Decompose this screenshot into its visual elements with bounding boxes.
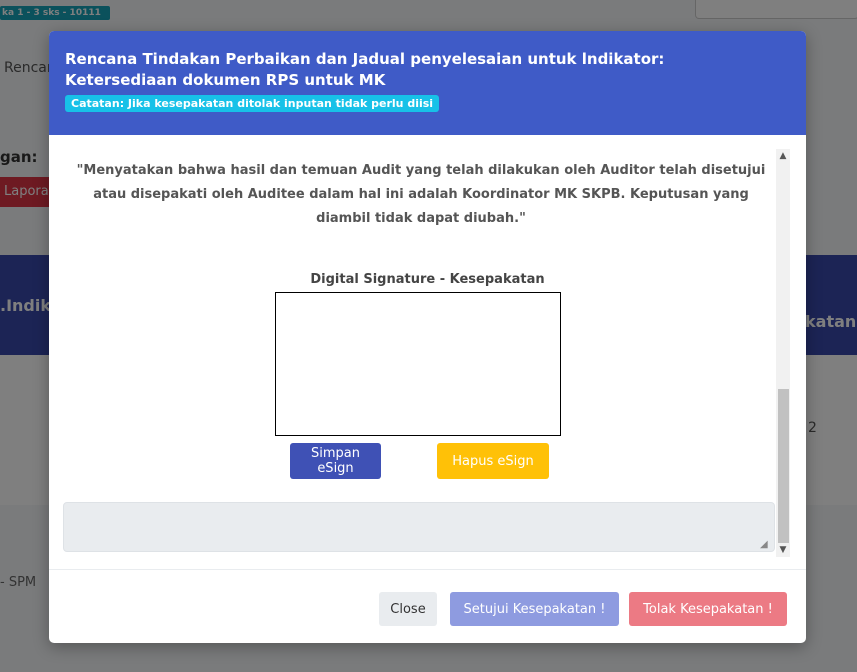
- action-plan-textarea[interactable]: [63, 502, 775, 552]
- signature-pad[interactable]: [275, 292, 561, 436]
- signature-label: Digital Signature - Kesepakatan: [310, 272, 545, 287]
- close-button[interactable]: Close: [379, 592, 437, 626]
- agreement-statement: "Menyatakan bahwa hasil dan temuan Audit…: [76, 163, 766, 226]
- reject-agreement-button[interactable]: Tolak Kesepakatan !: [629, 592, 787, 626]
- agreement-modal: Rencana Tindakan Perbaikan dan Jadual pe…: [49, 31, 806, 643]
- resize-grip-icon[interactable]: ◢: [760, 539, 768, 550]
- save-esign-button[interactable]: Simpan eSign: [290, 443, 381, 479]
- delete-esign-button[interactable]: Hapus eSign: [437, 443, 549, 479]
- modal-body: "Menyatakan bahwa hasil dan temuan Audit…: [49, 135, 806, 569]
- modal-scrollbar[interactable]: ▲ ▼: [776, 149, 790, 557]
- modal-header: Rencana Tindakan Perbaikan dan Jadual pe…: [49, 31, 806, 135]
- note-badge: Catatan: Jika kesepakatan ditolak inputa…: [65, 95, 440, 112]
- scroll-thumb[interactable]: [778, 389, 789, 543]
- modal-title: Rencana Tindakan Perbaikan dan Jadual pe…: [65, 50, 665, 89]
- modal-footer: Close Setujui Kesepakatan ! Tolak Kesepa…: [49, 569, 806, 643]
- approve-agreement-button[interactable]: Setujui Kesepakatan !: [450, 592, 619, 626]
- scroll-down-icon[interactable]: ▼: [776, 543, 790, 557]
- scroll-up-icon[interactable]: ▲: [776, 149, 790, 163]
